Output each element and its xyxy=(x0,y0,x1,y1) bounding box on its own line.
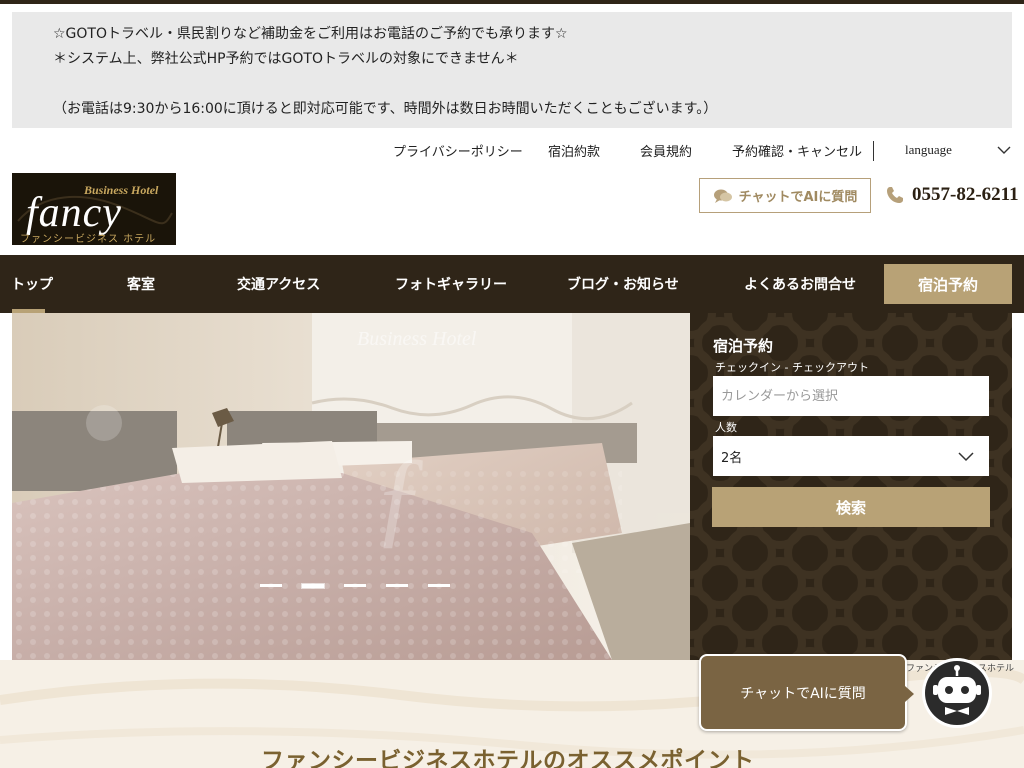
language-select[interactable]: language xyxy=(905,142,952,158)
chatbot-robot-icon[interactable] xyxy=(921,657,993,729)
member-terms-link[interactable]: 会員規約 xyxy=(640,141,692,160)
top-border xyxy=(0,0,1024,4)
slide-dot[interactable] xyxy=(344,584,366,587)
floating-chat-button[interactable]: チャットでAIに質問 xyxy=(699,654,914,731)
date-range-label: チェックイン - チェックアウト xyxy=(715,361,869,374)
reservation-confirm-link[interactable]: 予約確認・キャンセル xyxy=(732,141,862,160)
section-title: ファンシービジネスホテルのオススメポイント xyxy=(261,748,755,768)
util-divider xyxy=(873,141,874,161)
hero-slideshow[interactable]: Business Hotel ƒ xyxy=(12,313,690,660)
nav-rooms[interactable]: 客室 xyxy=(127,274,155,294)
nav-faq[interactable]: よくあるお問合せ xyxy=(744,274,856,294)
hero-room-image: Business Hotel ƒ xyxy=(12,313,690,660)
chat-ai-label: チャットでAIに質問 xyxy=(738,190,858,205)
logo-japanese: ファンシービジネス ホテル xyxy=(20,234,157,245)
search-button[interactable]: 検索 xyxy=(712,487,990,527)
guests-label: 人数 xyxy=(715,421,737,434)
floating-chat-label: チャットでAIに質問 xyxy=(740,685,866,702)
main-nav: トップ 客室 交通アクセス フォトギャラリー ブログ・お知らせ よくあるお問合せ… xyxy=(0,255,1024,313)
booking-panel: 宿泊予約 チェックイン - チェックアウト 人数 2名 検索 xyxy=(690,313,1012,660)
slide-dot[interactable] xyxy=(386,584,408,587)
notice-line-1: ☆GOTOトラベル・県民割りなど補助金をご利用はお電話のご予約でも承ります☆ xyxy=(53,26,568,42)
guests-select[interactable]: 2名 xyxy=(713,436,989,476)
date-range-input[interactable] xyxy=(713,376,989,416)
booking-title: 宿泊予約 xyxy=(713,337,774,355)
svg-text:ƒ: ƒ xyxy=(372,435,427,557)
notice-banner: ☆GOTOトラベル・県民割りなど補助金をご利用はお電話のご予約でも承ります☆ ＊… xyxy=(12,12,1012,128)
nav-top[interactable]: トップ xyxy=(11,274,53,294)
nav-blog[interactable]: ブログ・お知らせ xyxy=(567,274,679,294)
accommodation-terms-link[interactable]: 宿泊約款 xyxy=(548,141,600,160)
slide-dot-active[interactable] xyxy=(302,584,324,588)
slide-dot[interactable] xyxy=(428,584,450,587)
notice-line-3: （お電話は9:30から16:00に頂けると即対応可能です、時間外は数日お時間いた… xyxy=(53,101,718,117)
chevron-down-icon xyxy=(958,452,974,462)
notice-line-2: ＊システム上、弊社公式HP予約ではGOTOトラベルの対象にできません＊ xyxy=(53,51,519,67)
chevron-down-icon[interactable] xyxy=(996,142,1012,158)
chat-ai-button[interactable]: チャットでAIに質問 xyxy=(699,178,871,213)
nav-gallery[interactable]: フォトギャラリー xyxy=(395,274,507,294)
phone-number-text: 0557-82-6211 xyxy=(912,184,1019,205)
hero-watermark: Business Hotel xyxy=(357,328,477,350)
phone-icon xyxy=(887,187,903,203)
hotel-logo[interactable]: Business Hotel fancy ファンシービジネス ホテル xyxy=(12,173,176,245)
utility-nav: プライバシーポリシー 宿泊約款 会員規約 予約確認・キャンセル language xyxy=(0,141,1024,161)
chat-bubble-tail xyxy=(905,686,914,702)
slide-dot[interactable] xyxy=(260,584,282,587)
nav-reserve-button[interactable]: 宿泊予約 xyxy=(884,264,1012,304)
phone-number[interactable]: 0557-82-6211 xyxy=(886,184,1019,206)
slide-indicators xyxy=(260,584,450,588)
nav-access[interactable]: 交通アクセス xyxy=(237,274,320,294)
privacy-policy-link[interactable]: プライバシーポリシー xyxy=(393,141,523,160)
guests-value: 2名 xyxy=(721,450,743,466)
chat-bubble-icon xyxy=(713,189,732,203)
